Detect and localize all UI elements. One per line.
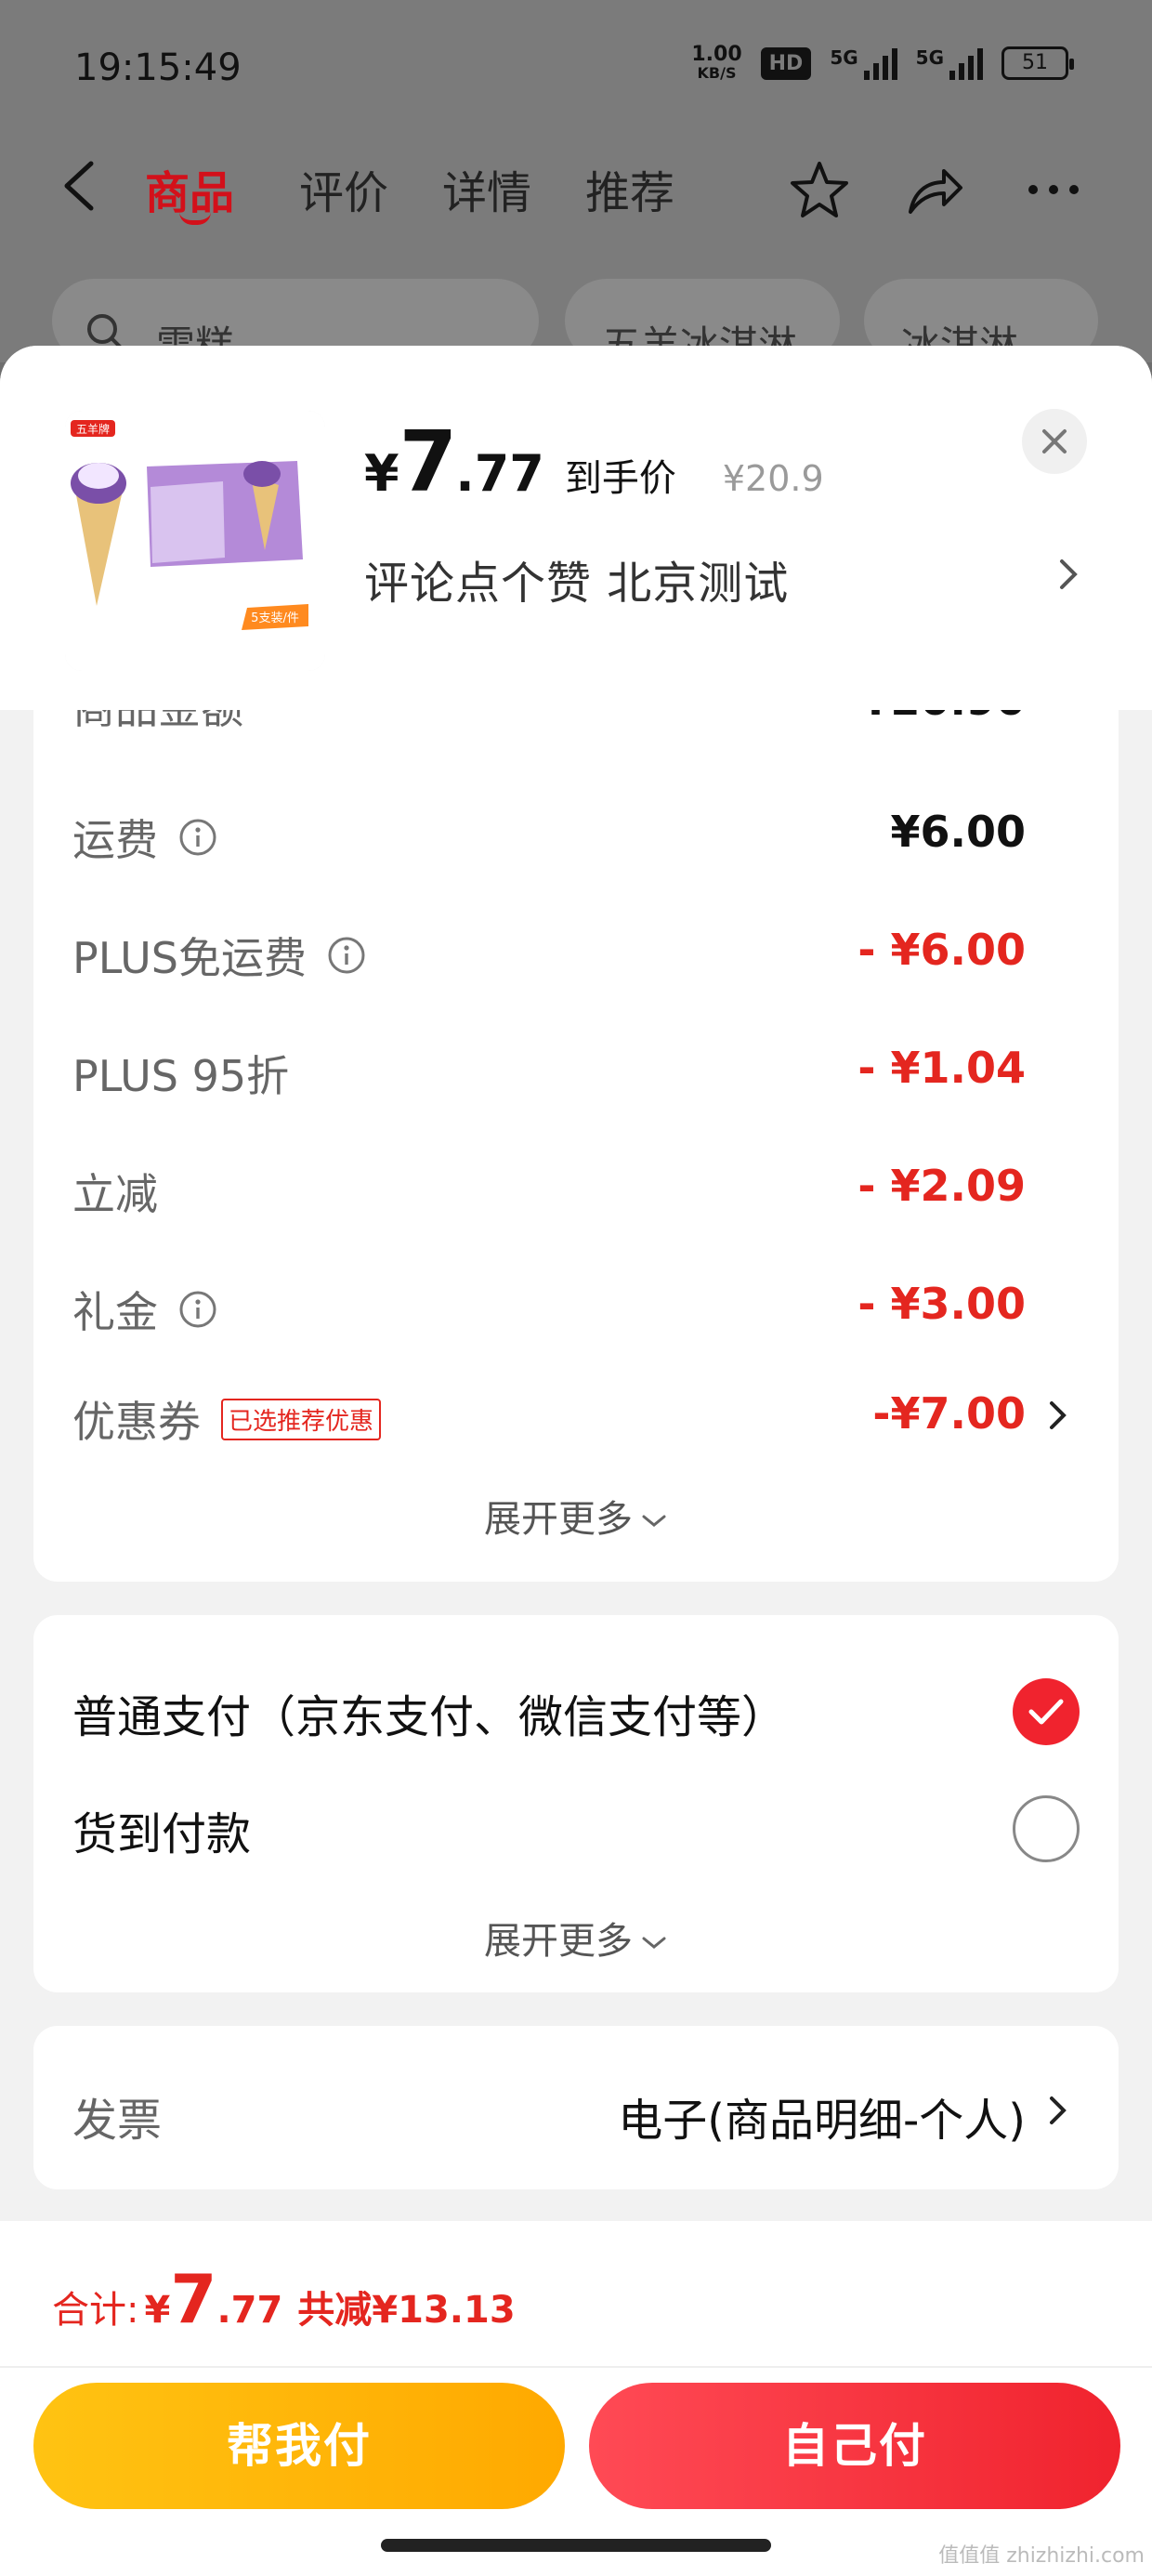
payment-option-label: 货到付款 (72, 1808, 252, 1860)
help-pay-button[interactable]: 帮我付 (33, 2383, 565, 2509)
payment-option-label: 普通支付（京东支付、微信支付等） (72, 1691, 787, 1743)
price-label: 到手价 (564, 457, 676, 500)
coupon-row[interactable]: 优惠券 已选推荐优惠 -¥7.00 (33, 1372, 1119, 1455)
price-row-label: 礼金 (72, 1287, 158, 1337)
back-icon[interactable] (58, 158, 102, 214)
status-icons: 1.00 KB/S HD 5G 5G 51 (691, 45, 1074, 82)
price-row-label-wrap: 运费 (72, 807, 217, 868)
product-subtitle[interactable]: 评论点个赞 北京测试 (364, 546, 789, 611)
signal-icon-2: 5G (916, 46, 983, 80)
price-row-value: ¥20.90 (860, 710, 1026, 725)
payment-card: 普通支付（京东支付、微信支付等） 货到付款 展开更多 (33, 1615, 1119, 1992)
close-button[interactable] (1022, 409, 1087, 474)
price-row-label: 商品金额 (72, 710, 243, 736)
more-icon[interactable] (1022, 158, 1085, 221)
total-saved: 共减¥13.13 (297, 2289, 516, 2332)
price-breakdown-card: 商品金额 ¥20.90 运费 ¥6.00 PLUS免运费 - ¥6.00 PLU… (33, 710, 1119, 1582)
info-icon[interactable] (178, 1290, 217, 1329)
coupon-tag: 已选推荐优惠 (221, 1398, 382, 1440)
price-row: 立减 - ¥2.09 (33, 1144, 1119, 1228)
price-row-label: 立减 (72, 1169, 158, 1219)
payment-option[interactable]: 普通支付（京东支付、微信支付等） (33, 1663, 1119, 1747)
expand-more-button[interactable]: 展开更多 (33, 1489, 1119, 1543)
radio-unchecked[interactable] (1013, 1795, 1080, 1862)
price-row-value: - ¥2.09 (857, 1161, 1026, 1211)
battery-icon: 51 (1001, 46, 1074, 80)
price-row-value: - ¥3.00 (857, 1279, 1026, 1329)
tab-reviews[interactable]: 评价 (299, 156, 388, 221)
close-icon (1042, 429, 1067, 453)
price-row-value: - ¥6.00 (857, 925, 1026, 975)
product-thumbnail: 五羊牌 5支装/件 (65, 411, 325, 671)
price-row-label: 运费 (72, 815, 158, 865)
hd-icon: HD (760, 46, 812, 80)
price-row: 商品金额 ¥20.90 (33, 710, 1119, 742)
star-icon[interactable] (788, 158, 851, 221)
price-row-value: - ¥1.04 (857, 1043, 1026, 1093)
product-price: ¥ 7 .77 到手价 ¥20.9 (364, 414, 824, 511)
thumb-tag: 5支装/件 (251, 611, 299, 625)
total-label: 合计: (52, 2289, 139, 2332)
thumb-brand: 五羊牌 (76, 422, 110, 436)
signal-label-2: 5G (915, 46, 944, 69)
price-row: 礼金 - ¥3.00 (33, 1262, 1119, 1346)
price-row: 运费 ¥6.00 (33, 790, 1119, 874)
expand-more-button[interactable]: 展开更多 (33, 1911, 1119, 1965)
total-dec: .77 (216, 2289, 283, 2332)
total-currency: ¥ (144, 2289, 171, 2332)
price-row-label-wrap: 优惠券 已选推荐优惠 (72, 1388, 382, 1450)
chevron-right-icon[interactable] (1046, 2091, 1070, 2130)
expand-more-label: 展开更多 (484, 1498, 633, 1541)
price-int: 7 (399, 414, 458, 511)
invoice-label: 发票 (72, 2095, 163, 2147)
price-row-label: PLUS 95折 (72, 1051, 290, 1101)
watermark: 值值值 zhizhizhi.com (938, 2544, 1145, 2568)
price-row-label: PLUS免运费 (72, 933, 307, 983)
price-currency: ¥ (364, 444, 399, 503)
self-pay-button[interactable]: 自己付 (589, 2383, 1120, 2509)
original-price: ¥20.9 (722, 458, 824, 499)
price-row-label-wrap: PLUS免运费 (72, 925, 366, 986)
net-speed-unit: KB/S (697, 64, 737, 82)
price-row: PLUS 95折 - ¥1.04 (33, 1026, 1119, 1110)
expand-more-label: 展开更多 (484, 1920, 633, 1963)
signal-label: 5G (830, 46, 858, 69)
invoice-card[interactable]: 发票 电子(商品明细-个人) (33, 2026, 1119, 2189)
price-row-label-wrap: 礼金 (72, 1279, 217, 1340)
divider (0, 2366, 1152, 2368)
tab-details[interactable]: 详情 (442, 156, 531, 221)
price-row-value: ¥6.00 (890, 807, 1026, 857)
status-time: 19:15:49 (74, 46, 242, 89)
share-icon[interactable] (903, 158, 966, 221)
order-total: 合计: ¥ 7 .77 共减¥13.13 (52, 2260, 516, 2338)
product-image: 五羊牌 5支装/件 (65, 411, 325, 671)
signal-icon: 5G (830, 46, 897, 80)
price-row: PLUS免运费 - ¥6.00 (33, 908, 1119, 992)
total-int: 7 (170, 2260, 217, 2338)
check-icon (1028, 1699, 1064, 1725)
net-speed: 1.00 KB/S (691, 45, 741, 82)
payment-option[interactable]: 货到付款 (33, 1781, 1119, 1864)
price-row-value: -¥7.00 (872, 1388, 1026, 1439)
chevron-down-icon (642, 1515, 666, 1527)
tab-recommend[interactable]: 推荐 (585, 156, 674, 221)
chevron-down-icon (642, 1937, 666, 1949)
chevron-right-icon[interactable] (1046, 1396, 1070, 1435)
home-indicator[interactable] (381, 2539, 771, 2552)
price-row-label: 优惠券 (72, 1397, 201, 1447)
net-speed-value: 1.00 (691, 43, 742, 66)
price-dec: .77 (455, 444, 544, 503)
invoice-value: 电子(商品明细-个人) (618, 2095, 1026, 2147)
radio-checked[interactable] (1013, 1678, 1080, 1745)
chevron-right-icon[interactable] (1054, 552, 1082, 597)
info-icon[interactable] (327, 936, 366, 975)
info-icon[interactable] (178, 818, 217, 857)
